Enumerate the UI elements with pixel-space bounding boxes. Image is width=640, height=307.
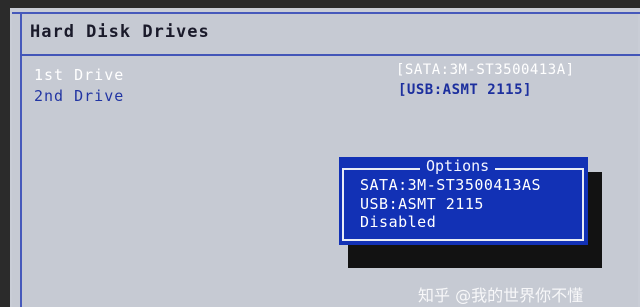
option-item-disabled[interactable]: Disabled: [360, 213, 436, 231]
options-popup-title: Options: [420, 157, 496, 175]
monitor-bezel-top: [0, 0, 640, 8]
watermark-text: 知乎 @我的世界你不懂: [418, 286, 584, 305]
title-divider: [20, 54, 640, 56]
bios-screen: Hard Disk Drives 1st Drive [SATA:3M-ST35…: [0, 0, 640, 307]
drive-2-value[interactable]: [USB:ASMT 2115]: [398, 82, 532, 98]
frame-left-line: [20, 12, 22, 307]
page-title: Hard Disk Drives: [30, 22, 210, 42]
frame-top-line: [12, 12, 640, 14]
drive-2-label[interactable]: 2nd Drive: [34, 87, 124, 105]
drive-1-value[interactable]: [SATA:3M-ST3500413A]: [396, 62, 575, 78]
option-item-usb[interactable]: USB:ASMT 2115: [360, 195, 484, 213]
option-item-sata[interactable]: SATA:3M-ST3500413AS: [360, 176, 541, 194]
drive-1-label[interactable]: 1st Drive: [34, 66, 124, 84]
monitor-bezel-left: [0, 0, 10, 307]
